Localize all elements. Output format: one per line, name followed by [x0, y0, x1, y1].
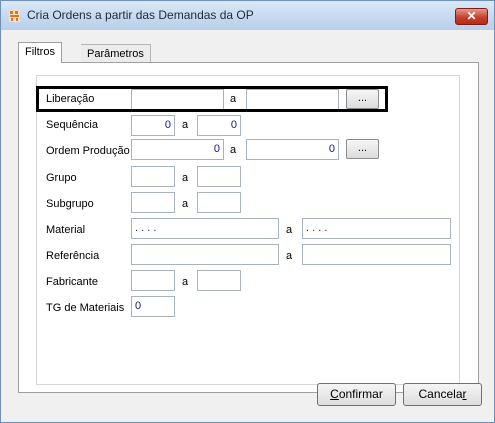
ordem-producao-sep: a: [230, 144, 237, 156]
cancelar-label-pre: Cancela: [418, 387, 463, 401]
referencia-from-input[interactable]: [131, 244, 279, 265]
grupo-sep: a: [182, 172, 189, 184]
ordem-producao-label: Ordem Produção: [46, 145, 130, 157]
tab-filtros[interactable]: Filtros: [18, 42, 62, 63]
tg-materiais-input[interactable]: 0: [131, 296, 175, 317]
confirmar-mnemonic: C: [330, 387, 339, 401]
sequencia-label: Sequência: [46, 119, 98, 131]
close-icon: ✕: [466, 9, 477, 23]
tg-materiais-label: TG de Materiais: [46, 302, 125, 314]
subgrupo-sep: a: [182, 198, 189, 210]
confirmar-label-rest: onfirmar: [338, 387, 383, 401]
ordem-producao-lookup-button[interactable]: ...: [346, 139, 379, 159]
tab-parametros[interactable]: Parâmetros: [81, 44, 151, 63]
material-label: Material: [46, 224, 86, 236]
fabricante-from-input[interactable]: [131, 270, 175, 291]
fabricante-sep: a: [182, 276, 189, 288]
material-from-input[interactable]: . . . .: [131, 218, 279, 239]
sequencia-sep: a: [182, 119, 189, 131]
sequencia-to-input[interactable]: 0: [197, 115, 241, 136]
tab-parametros-label: Parâmetros: [87, 48, 144, 60]
subgrupo-to-input[interactable]: [197, 192, 241, 213]
cancelar-mnemonic: r: [462, 387, 467, 401]
grupo-label: Grupo: [46, 172, 77, 184]
ordem-producao-from-input[interactable]: 0: [131, 139, 224, 160]
referencia-label: Referência: [46, 250, 100, 262]
ordem-producao-to-input[interactable]: 0: [246, 139, 339, 160]
fabricante-label: Fabricante: [46, 276, 98, 288]
tab-filtros-label: Filtros: [25, 46, 55, 58]
close-button[interactable]: ✕: [455, 8, 488, 25]
liberacao-highlight: [36, 86, 388, 112]
window-title: Cria Ordens a partir das Demandas da OP: [27, 8, 254, 22]
title-bar[interactable]: Cria Ordens a partir das Demandas da OP …: [1, 1, 494, 30]
sequencia-from-input[interactable]: 0: [131, 115, 175, 136]
app-icon: [9, 10, 20, 22]
dialog-window: Cria Ordens a partir das Demandas da OP …: [0, 0, 495, 423]
subgrupo-label: Subgrupo: [46, 198, 94, 210]
grupo-to-input[interactable]: [197, 166, 241, 187]
referencia-sep: a: [286, 250, 293, 262]
material-to-input[interactable]: . . . .: [302, 218, 451, 239]
confirmar-button[interactable]: Confirmar: [317, 383, 396, 406]
cancelar-button[interactable]: Cancelar: [403, 383, 482, 406]
referencia-to-input[interactable]: [302, 244, 451, 265]
subgrupo-from-input[interactable]: [131, 192, 175, 213]
grupo-from-input[interactable]: [131, 166, 175, 187]
material-sep: a: [286, 224, 293, 236]
fabricante-to-input[interactable]: [197, 270, 241, 291]
